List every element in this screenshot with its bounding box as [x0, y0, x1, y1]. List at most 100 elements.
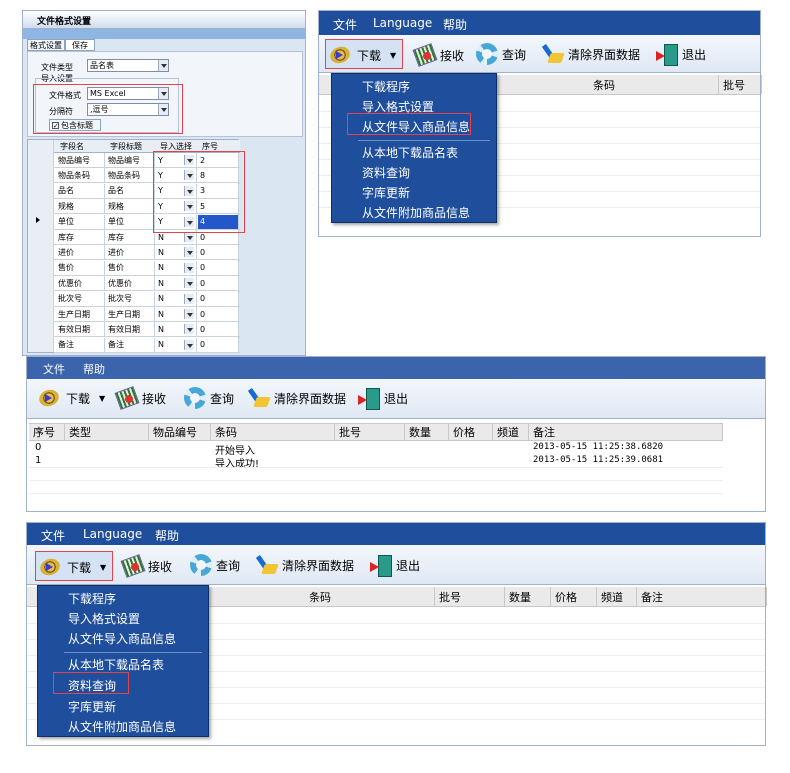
query-label: 查询	[210, 391, 235, 406]
exit-button[interactable]: 退出	[369, 554, 421, 577]
exit-icon	[369, 554, 393, 577]
cell-note: 2013-05-15 11:25:39.0681	[533, 455, 664, 465]
menu-item-data-query[interactable]: 资料查询	[362, 164, 410, 181]
table-row[interactable]: 批次号 批次号 N 0	[54, 291, 240, 307]
menu-item-download-local-product-list[interactable]: 从本地下载品名表	[68, 656, 164, 673]
file-type-select[interactable]: 品名表	[87, 59, 169, 72]
cell-field-name: 备注	[58, 340, 74, 350]
col-price: 价格	[449, 424, 493, 440]
chevron-down-icon[interactable]	[184, 247, 194, 258]
exit-button[interactable]: 退出	[357, 387, 408, 410]
highlight-import-selection	[153, 151, 245, 233]
menu-item-import-products-from-file[interactable]: 从文件导入商品信息	[68, 630, 176, 647]
query-button[interactable]: 查询	[183, 386, 234, 410]
chevron-down-icon[interactable]	[184, 339, 194, 350]
file-type-label: 文件类型	[41, 63, 73, 72]
clear-label: 清除界面数据	[568, 47, 641, 62]
menu-item-download-program[interactable]: 下载程序	[362, 78, 410, 95]
cell-field-title: 有效日期	[108, 324, 140, 334]
toolbar: 下载 ▼ 接收 查询 清除界面数据 退出	[319, 35, 760, 73]
download-icon	[38, 556, 64, 578]
menu-item-font-update[interactable]: 字库更新	[362, 184, 410, 201]
highlight-data-query	[53, 672, 129, 694]
exit-label: 退出	[396, 558, 421, 573]
clear-button[interactable]: 清除界面数据	[249, 387, 346, 409]
table-row[interactable]: 进价 进价 N 0	[54, 245, 240, 261]
cell-field-title: 批次号	[108, 294, 132, 304]
chevron-down-icon[interactable]: ▼	[99, 394, 105, 403]
clear-button[interactable]: 清除界面数据	[543, 43, 640, 65]
menu-language[interactable]: Language	[373, 16, 432, 30]
download-dropdown-menu: 下载程序 导入格式设置 从文件导入商品信息 从本地下载品名表 资料查询 字库更新…	[37, 585, 209, 737]
menu-file[interactable]: 文件	[41, 527, 65, 544]
query-button[interactable]: 查询	[189, 553, 240, 577]
table-row[interactable]: 1 导入成功! 2013-05-15 11:25:39.0681	[29, 454, 723, 470]
chevron-down-icon[interactable]	[158, 60, 168, 71]
menu-help[interactable]: 帮助	[155, 527, 179, 544]
receive-label: 接收	[440, 48, 465, 63]
query-icon	[183, 386, 207, 410]
chevron-down-icon[interactable]	[184, 324, 194, 335]
chevron-down-icon[interactable]	[184, 262, 194, 273]
cell-field-name: 规格	[58, 201, 74, 211]
highlight-format-settings	[33, 84, 183, 134]
col-batch: 批号	[435, 587, 505, 606]
receive-button[interactable]: 接收	[115, 387, 166, 409]
clear-label: 清除界面数据	[282, 558, 355, 573]
chevron-down-icon[interactable]	[184, 278, 194, 289]
cell-seq: 0	[200, 247, 206, 257]
menu-file[interactable]: 文件	[333, 16, 357, 33]
menu-item-download-program[interactable]: 下载程序	[68, 590, 116, 607]
chevron-down-icon[interactable]	[184, 309, 194, 319]
menu-help[interactable]: 帮助	[83, 361, 105, 377]
menubar: 文件 Language 帮助	[27, 523, 765, 545]
chevron-down-icon[interactable]	[184, 293, 194, 304]
menubar: 文件 Language 帮助	[319, 11, 760, 35]
col-field-title: 字段标题	[110, 142, 142, 151]
chevron-down-icon[interactable]: ▼	[390, 51, 396, 60]
col-batch: 批号	[719, 75, 762, 94]
download-dropdown-menu: 下载程序 导入格式设置 从文件导入商品信息 从本地下载品名表 资料查询 字库更新…	[331, 73, 497, 223]
table-row[interactable]: 备注 备注 N 0	[54, 337, 240, 353]
table-row[interactable]: 0 开始导入 2013-05-15 11:25:38.6820	[29, 441, 723, 457]
query-label: 查询	[502, 47, 527, 62]
menu-item-append-products-from-file[interactable]: 从文件附加商品信息	[68, 718, 176, 735]
cell-field-name: 物品编号	[58, 155, 90, 165]
menu-item-import-format-settings[interactable]: 导入格式设置	[68, 610, 140, 627]
cell-field-title: 进价	[108, 247, 124, 257]
query-button[interactable]: 查询	[475, 42, 526, 66]
menu-item-download-local-product-list[interactable]: 从本地下载品名表	[362, 144, 458, 161]
cell-field-name: 售价	[58, 263, 74, 273]
menu-language[interactable]: Language	[83, 527, 142, 541]
download-button-label[interactable]: 下载 ▼	[38, 556, 106, 578]
chevron-down-icon[interactable]: ▼	[100, 563, 106, 572]
menu-item-font-update[interactable]: 字库更新	[68, 698, 116, 715]
app-window-bottom: 文件 Language 帮助 下载 ▼ 接收 查询 清除界面数据 退出 条码 批…	[26, 522, 767, 746]
query-icon	[189, 553, 213, 577]
table-row[interactable]: 优惠价 优惠价 N 0	[54, 276, 240, 292]
cell-seq: 0	[200, 294, 206, 304]
exit-button[interactable]: 退出	[655, 43, 706, 66]
receive-icon	[121, 555, 145, 577]
download-button-label[interactable]: 下载 ▼	[328, 44, 396, 66]
clear-icon	[249, 387, 271, 409]
receive-label: 接收	[142, 391, 167, 406]
cell-seq: 0	[200, 340, 206, 350]
titlebar-strip	[23, 29, 305, 39]
chevron-down-icon[interactable]	[184, 232, 194, 242]
tab-save[interactable]: 保存	[65, 39, 95, 51]
tab-format-settings[interactable]: 格式设置	[27, 39, 65, 51]
clear-icon	[543, 43, 565, 65]
table-row[interactable]: 生产日期 生产日期 N 0	[54, 307, 240, 322]
receive-button[interactable]: 接收	[413, 44, 464, 66]
table-row[interactable]: 有效日期 有效日期 N 0	[54, 322, 240, 338]
receive-icon	[413, 44, 437, 66]
receive-button[interactable]: 接收	[121, 555, 172, 577]
cell-field-title: 售价	[108, 263, 124, 273]
download-button[interactable]: 下载 ▼	[37, 387, 105, 409]
table-row[interactable]: 售价 售价 N 0	[54, 260, 240, 276]
clear-button[interactable]: 清除界面数据	[257, 554, 354, 576]
menu-help[interactable]: 帮助	[443, 16, 467, 33]
menu-item-append-products-from-file[interactable]: 从文件附加商品信息	[362, 204, 470, 221]
menu-file[interactable]: 文件	[43, 361, 65, 377]
